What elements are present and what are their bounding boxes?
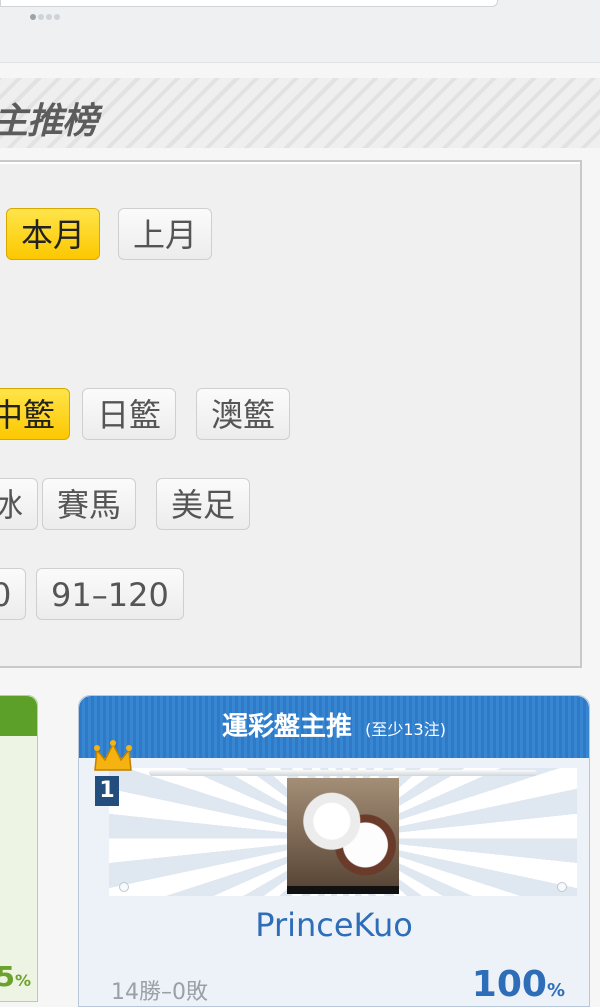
page-indicator-dots (30, 14, 60, 20)
tab-sport-ice[interactable]: 冰 (0, 478, 39, 530)
ranking-banner: 主推榜 (0, 70, 600, 226)
tab-this-month[interactable]: 本月 (6, 208, 101, 260)
top-strip (0, 0, 600, 63)
tab-range-prev[interactable]: 0 (0, 568, 27, 620)
crown-icon (94, 740, 132, 771)
tab-league-japan-basketball[interactable]: 日籃 (82, 388, 177, 440)
win-percentage: 100% (471, 964, 565, 1005)
card-header: 運彩盤主推 (至少13注) (79, 696, 589, 758)
decor-dot (119, 882, 129, 892)
avatar[interactable] (287, 778, 399, 894)
tab-sport-american-football[interactable]: 美足 (156, 478, 251, 530)
tab-league-australia-basketball[interactable]: 澳籃 (196, 388, 291, 440)
tab-range-91-120[interactable]: 91–120 (36, 568, 184, 620)
tab-last-month[interactable]: 上月 (118, 208, 213, 260)
top-pick-card[interactable]: 運彩盤主推 (至少13注) 1 PrinceKuo 14勝–0敗 100% (78, 695, 590, 1007)
left-ranking-card[interactable]: 5% (0, 695, 38, 1002)
card-subtitle: (至少13注) (365, 720, 446, 739)
left-card-header (0, 696, 37, 736)
rank-badge: 1 (95, 776, 119, 806)
card-title: 運彩盤主推 (222, 712, 353, 742)
decor-dot (557, 882, 567, 892)
tab-sport-horse-racing[interactable]: 賽馬 (42, 478, 137, 530)
top-box (0, 0, 498, 7)
left-card-percent: 5% (0, 960, 31, 993)
tab-league-cba[interactable]: 中籃 (0, 388, 71, 440)
win-loss-record: 14勝–0敗 (111, 980, 208, 1005)
filter-panel: 本月 上月 中籃 日籃 澳籃 冰 賽馬 美足 0 91–120 (0, 160, 582, 668)
user-name-link[interactable]: PrinceKuo (79, 906, 589, 944)
shelf-bar (149, 770, 537, 776)
banner-title: 主推榜 (0, 101, 98, 142)
